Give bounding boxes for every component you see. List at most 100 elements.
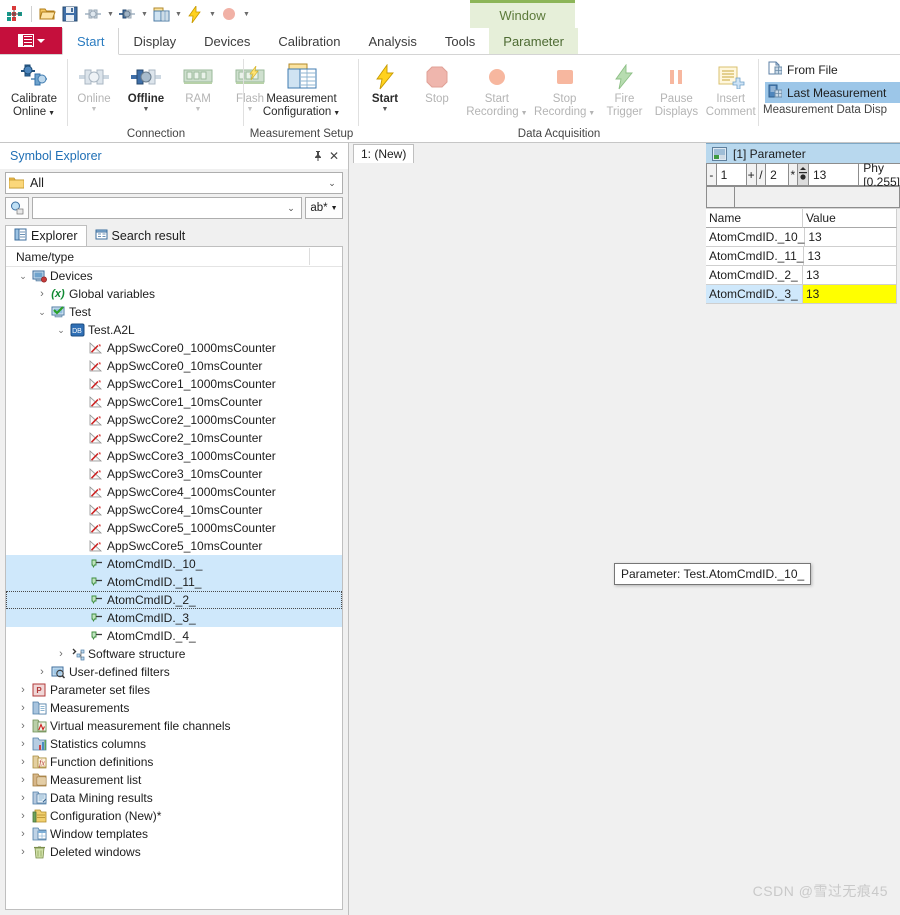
measurement-config-icon[interactable] — [150, 3, 172, 25]
tree-item-appswccore5-10mscounter[interactable]: AppSwcCore5_10msCounter — [6, 537, 342, 555]
close-icon[interactable]: ✕ — [326, 148, 342, 164]
cell-name[interactable]: AtomCmdID._2_ — [706, 266, 803, 285]
filter-combobox[interactable]: All ⌄ — [5, 172, 343, 194]
tree-item-appswccore4-10mscounter[interactable]: AppSwcCore4_10msCounter — [6, 501, 342, 519]
offline-button[interactable]: Offline ▼ — [120, 59, 172, 113]
tree-item-atomcmdid-2[interactable]: AtomCmdID._2_ — [6, 591, 342, 609]
chevron-down-icon[interactable]: ▼ — [139, 3, 150, 25]
chevron-down-icon[interactable]: ⌄ — [35, 307, 49, 318]
chevron-right-icon[interactable]: › — [16, 810, 30, 822]
last-measurement-menu-item[interactable]: Last Measurement — [765, 82, 900, 103]
tab-calibration[interactable]: Calibration — [264, 28, 354, 54]
start-button[interactable]: Start ▼ — [359, 59, 411, 113]
fire-trigger-button[interactable]: Fire Trigger — [598, 59, 650, 119]
chevron-right-icon[interactable]: › — [35, 288, 49, 300]
stop-recording-button[interactable]: Stop Recording ▼ — [531, 59, 599, 120]
tree-item-atomcmdid-4[interactable]: AtomCmdID._4_ — [6, 627, 342, 645]
app-logo-icon[interactable] — [4, 3, 26, 25]
chevron-right-icon[interactable]: › — [16, 756, 30, 768]
current-value-input[interactable]: 13 — [808, 163, 859, 186]
tab-search-result[interactable]: Search result — [87, 225, 194, 246]
chevron-right-icon[interactable]: › — [16, 792, 30, 804]
cell-name[interactable]: AtomCmdID._3_ — [706, 285, 803, 304]
tree-item-devices[interactable]: ⌄ Devices — [6, 267, 342, 285]
customize-qat-icon[interactable]: ▼ — [241, 3, 252, 25]
search-input[interactable] — [33, 200, 281, 216]
secondary-row-right[interactable] — [734, 186, 900, 208]
tree-item-appswccore1-1000mscounter[interactable]: AppSwcCore1_1000msCounter — [6, 375, 342, 393]
table-row[interactable]: AtomCmdID._11_ 13 — [706, 247, 900, 266]
symbol-tree[interactable]: Name/type ⌄ Devices › (x) Global variables ⌄… — [5, 246, 343, 910]
file-menu-button[interactable] — [0, 27, 62, 54]
tree-item-appswccore1-10mscounter[interactable]: AppSwcCore1_10msCounter — [6, 393, 342, 411]
tree-item-atomcmdid-10[interactable]: AtomCmdID._10_ — [6, 555, 342, 573]
tab-analysis[interactable]: Analysis — [355, 28, 431, 54]
start-recording-button[interactable]: Start Recording ▼ — [463, 59, 531, 120]
chevron-right-icon[interactable]: › — [16, 720, 30, 732]
tree-item-appswccore0-1000mscounter[interactable]: AppSwcCore0_1000msCounter — [6, 339, 342, 357]
cell-name[interactable]: AtomCmdID._10_ — [706, 228, 805, 247]
tree-item-deleted-windows[interactable]: › Deleted windows — [6, 843, 342, 861]
tree-item-user-defined-filters[interactable]: › User-defined filters — [6, 663, 342, 681]
tree-item-appswccore3-10mscounter[interactable]: AppSwcCore3_10msCounter — [6, 465, 342, 483]
cell-value[interactable]: 13 — [803, 266, 897, 285]
tree-item-software-structure[interactable]: › Software structure — [6, 645, 342, 663]
chevron-right-icon[interactable]: › — [16, 702, 30, 714]
column-header-value[interactable]: Value — [803, 209, 897, 228]
column-header-name[interactable]: Name — [706, 209, 803, 228]
ram-button[interactable]: RAM ▼ — [172, 59, 224, 113]
tree-item-appswccore5-1000mscounter[interactable]: AppSwcCore5_1000msCounter — [6, 519, 342, 537]
insert-comment-button[interactable]: Insert Comment — [702, 59, 759, 119]
secondary-row-left[interactable] — [706, 186, 735, 208]
open-icon[interactable] — [36, 3, 58, 25]
chevron-right-icon[interactable]: › — [16, 846, 30, 858]
tab-display[interactable]: Display — [119, 28, 190, 54]
tree-item-configuration-new[interactable]: › Configuration (New)* — [6, 807, 342, 825]
tree-item-measurement-list[interactable]: › Measurement list — [6, 771, 342, 789]
tree-item-virtual-measurement-file-channels[interactable]: › Virtual measurement file channels — [6, 717, 342, 735]
stop-button[interactable]: Stop — [411, 59, 463, 106]
pause-displays-button[interactable]: Pause Displays — [650, 59, 702, 119]
chevron-right-icon[interactable]: › — [16, 738, 30, 750]
tree-item-appswccore3-1000mscounter[interactable]: AppSwcCore3_1000msCounter — [6, 447, 342, 465]
tab-explorer[interactable]: Explorer — [5, 225, 87, 246]
tree-item-global-variables[interactable]: › (x) Global variables — [6, 285, 342, 303]
tab-parameter[interactable]: Parameter — [489, 28, 578, 54]
table-row[interactable]: AtomCmdID._10_ 13 — [706, 228, 900, 247]
tree-item-atomcmdid-11[interactable]: AtomCmdID._11_ — [6, 573, 342, 591]
chevron-right-icon[interactable]: › — [16, 684, 30, 696]
chevron-right-icon[interactable]: › — [16, 828, 30, 840]
tree-item-appswccore0-10mscounter[interactable]: AppSwcCore0_10msCounter — [6, 357, 342, 375]
measurement-configuration-button[interactable]: Measurement Configuration ▼ — [259, 59, 344, 120]
factor-input[interactable]: 2 — [765, 163, 789, 186]
tab-devices[interactable]: Devices — [190, 28, 264, 54]
pin-icon[interactable] — [310, 148, 326, 164]
chevron-down-icon[interactable]: ⌄ — [322, 178, 342, 189]
search-combobox[interactable]: ⌄ — [32, 197, 302, 219]
offline-connect-icon[interactable] — [116, 3, 138, 25]
table-row[interactable]: AtomCmdID._2_ 13 — [706, 266, 900, 285]
document-tab-new[interactable]: 1: (New) — [353, 144, 414, 163]
tree-item-data-mining-results[interactable]: › Data Mining results — [6, 789, 342, 807]
tree-item-function-definitions[interactable]: › fx Function definitions — [6, 753, 342, 771]
tree-item-window-templates[interactable]: › Window templates — [6, 825, 342, 843]
step-value-input[interactable]: 1 — [716, 163, 747, 186]
tree-item-statistics-columns[interactable]: › Statistics columns — [6, 735, 342, 753]
cell-value[interactable]: 13 — [803, 285, 897, 304]
tree-item-test[interactable]: ⌄ Test — [6, 303, 342, 321]
chevron-right-icon[interactable]: › — [35, 666, 49, 678]
cell-name[interactable]: AtomCmdID._11_ — [706, 247, 804, 266]
tree-item-appswccore2-1000mscounter[interactable]: AppSwcCore2_1000msCounter — [6, 411, 342, 429]
chevron-right-icon[interactable]: › — [16, 774, 30, 786]
chevron-down-icon[interactable]: ⌄ — [54, 325, 68, 336]
from-file-menu-item[interactable]: From File — [765, 59, 900, 80]
column-divider[interactable] — [309, 248, 310, 265]
tree-item-atomcmdid-3[interactable]: AtomCmdID._3_ — [6, 609, 342, 627]
chevron-down-icon[interactable]: ⌄ — [16, 271, 30, 282]
table-row[interactable]: AtomCmdID._3_ 13 — [706, 285, 900, 304]
tab-tools[interactable]: Tools — [431, 28, 489, 54]
cell-value[interactable]: 13 — [805, 228, 897, 247]
calibrate-online-button[interactable]: Calibrate Online ▼ — [7, 59, 61, 120]
search-icon[interactable] — [5, 197, 29, 219]
chevron-right-icon[interactable]: › — [54, 648, 68, 660]
